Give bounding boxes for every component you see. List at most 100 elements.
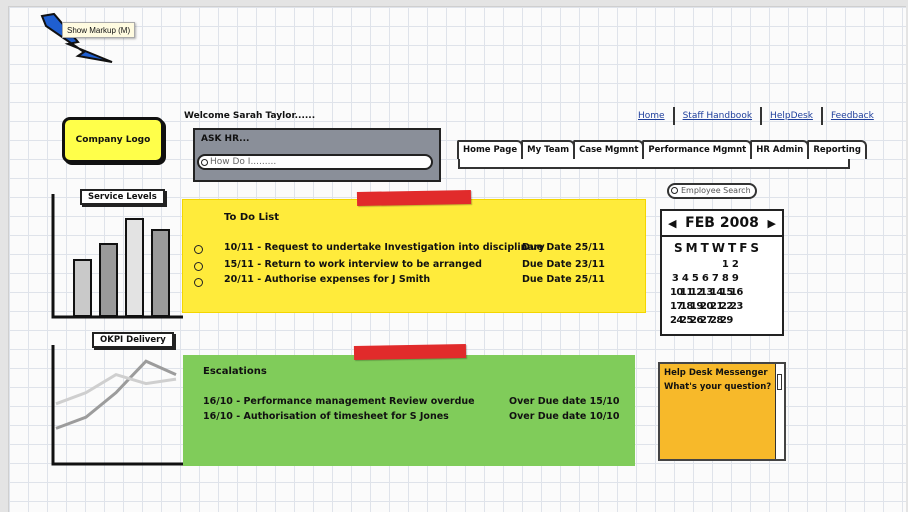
escalation-item-1[interactable]: 16/10 - Performance management Review ov… — [203, 396, 475, 407]
todo-due-3: Due Date 25/11 — [522, 274, 605, 285]
employee-search-input[interactable]: Employee Search — [667, 183, 757, 199]
todo-item-2[interactable]: 15/11 - Return to work interview to be a… — [224, 259, 482, 270]
tab-home-page[interactable]: Home Page — [457, 140, 524, 159]
todo-item-3[interactable]: 20/11 - Authorise expenses for J Smith — [224, 274, 430, 285]
search-icon — [671, 187, 678, 194]
bar-2 — [99, 243, 118, 317]
escalations-title: Escalations — [203, 366, 267, 377]
calendar-day[interactable]: 25 — [680, 315, 693, 329]
calendar-day[interactable]: 11 — [680, 287, 693, 301]
calendar-weekdays: SMTWTFS — [674, 241, 763, 255]
escalation-due-2: Over Due date 10/10 — [509, 411, 620, 422]
link-feedback[interactable]: Feedback — [823, 107, 882, 125]
calendar-day[interactable]: 14 — [710, 287, 723, 301]
calendar-day[interactable]: 24 — [670, 315, 683, 329]
calendar-day[interactable]: 2 — [730, 259, 740, 273]
calendar-day[interactable]: 12 — [690, 287, 703, 301]
ask-hr-panel: ASK HR... How Do I......... — [193, 128, 441, 182]
calendar-day[interactable]: 27 — [700, 315, 713, 329]
todo-radio-2[interactable] — [194, 262, 203, 271]
show-markup-tooltip: Show Markup (M) — [62, 22, 136, 38]
calendar-day[interactable]: 15 — [720, 287, 733, 301]
link-staff-handbook[interactable]: Staff Handbook — [675, 107, 763, 125]
calendar-day[interactable]: 13 — [700, 287, 713, 301]
calendar-day[interactable]: 26 — [690, 315, 703, 329]
calendar-day — [680, 259, 690, 273]
calendar-day[interactable]: 19 — [690, 301, 703, 315]
calendar-week-row: 17 18 19 20 21 22 23 — [670, 301, 782, 315]
link-helpdesk[interactable]: HelpDesk — [762, 107, 823, 125]
tape-strip — [356, 190, 472, 206]
help-desk-text: Help Desk Messenger What's your question… — [664, 366, 771, 394]
calendar-day — [710, 259, 720, 273]
todo-title: To Do List — [224, 212, 280, 223]
todo-radio-1[interactable] — [194, 245, 203, 254]
calendar-day[interactable]: 1 — [720, 259, 730, 273]
help-desk-question[interactable]: What's your question? — [664, 380, 771, 394]
calendar-day — [700, 259, 710, 273]
calendar-day[interactable]: 29 — [720, 315, 733, 329]
calendar-week-row: 3456789 — [670, 273, 782, 287]
calendar-days: 1 2 3 4 5 6 7 8 9 10 11 12 13 14 15 16 17 18 19 20 21 22 23 24 2… — [670, 259, 782, 329]
main-tabs: Home Page My Team Case Mgmnt Performance… — [457, 140, 867, 159]
help-desk-scrollbar[interactable] — [775, 364, 784, 459]
top-nav-links: Home Staff Handbook HelpDesk Feedback — [630, 107, 882, 125]
calendar-day[interactable]: 21 — [710, 301, 723, 315]
line-series-2 — [55, 372, 177, 406]
ask-hr-title: ASK HR... — [201, 134, 250, 144]
tape-strip — [353, 344, 467, 360]
calendar-week-row: 24 25 26 27 28 29 — [670, 315, 782, 329]
scrollbar-thumb[interactable] — [777, 374, 782, 390]
calendar-day[interactable]: 9 — [730, 273, 740, 287]
calendar-day[interactable]: 16 — [730, 287, 743, 301]
help-desk-title: Help Desk Messenger — [664, 368, 768, 378]
calendar-day[interactable]: 5 — [690, 273, 700, 287]
escalation-item-2[interactable]: 16/10 - Authorisation of timesheet for S… — [203, 411, 449, 422]
bar-3 — [125, 218, 144, 317]
calendar-day — [670, 259, 680, 273]
calendar-week-row: 10 11 12 13 14 15 16 — [670, 287, 782, 301]
calendar-day[interactable]: 8 — [720, 273, 730, 287]
search-icon — [201, 159, 208, 166]
tab-performance-mgmnt[interactable]: Performance Mgmnt — [642, 140, 753, 159]
markup-arrow-icon[interactable] — [38, 12, 118, 66]
employee-search-placeholder: Employee Search — [681, 186, 751, 195]
tab-hr-admin[interactable]: HR Admin — [750, 140, 810, 159]
company-logo[interactable]: Company Logo — [62, 117, 164, 163]
calendar-day[interactable]: 22 — [720, 301, 733, 315]
service-levels-chart — [51, 194, 183, 319]
todo-item-1[interactable]: 10/11 - Request to undertake Investigati… — [224, 242, 545, 253]
calendar-day[interactable]: 10 — [670, 287, 683, 301]
tab-case-mgmnt[interactable]: Case Mgmnt — [573, 140, 645, 159]
calendar-day[interactable]: 20 — [700, 301, 713, 315]
calendar-header: ◀ FEB 2008 ▶ — [662, 211, 782, 237]
ask-hr-placeholder: How Do I......... — [210, 157, 277, 167]
tab-my-team[interactable]: My Team — [521, 140, 576, 159]
help-desk-messenger: Help Desk Messenger What's your question… — [658, 362, 786, 461]
bar-4 — [151, 229, 170, 317]
calendar-day[interactable]: 17 — [670, 301, 683, 315]
line-chart-axes — [51, 345, 183, 466]
calendar-day[interactable]: 4 — [680, 273, 690, 287]
ask-hr-search-input[interactable]: How Do I......... — [197, 154, 433, 170]
todo-due-2: Due Date 23/11 — [522, 259, 605, 270]
escalations-sticky-note: Escalations 16/10 - Performance manageme… — [183, 355, 635, 466]
welcome-text: Welcome Sarah Taylor...... — [184, 111, 316, 121]
calendar-day[interactable]: 23 — [730, 301, 743, 315]
todo-sticky-note: To Do List 10/11 - Request to undertake … — [182, 199, 646, 313]
next-month-arrow-icon[interactable]: ▶ — [768, 217, 776, 230]
prev-month-arrow-icon[interactable]: ◀ — [668, 217, 676, 230]
escalation-due-1: Over Due date 15/10 — [509, 396, 620, 407]
calendar-day[interactable]: 3 — [670, 273, 680, 287]
okpi-delivery-chart — [51, 345, 183, 466]
calendar-day[interactable]: 7 — [710, 273, 720, 287]
calendar-week-row: 12 — [670, 259, 782, 273]
calendar-day[interactable]: 28 — [710, 315, 723, 329]
calendar-day[interactable]: 18 — [680, 301, 693, 315]
calendar-day — [730, 315, 740, 329]
tab-reporting[interactable]: Reporting — [807, 140, 867, 159]
todo-radio-3[interactable] — [194, 278, 203, 287]
link-home[interactable]: Home — [630, 107, 675, 125]
calendar-day[interactable]: 6 — [700, 273, 710, 287]
line-series-1 — [55, 359, 177, 430]
